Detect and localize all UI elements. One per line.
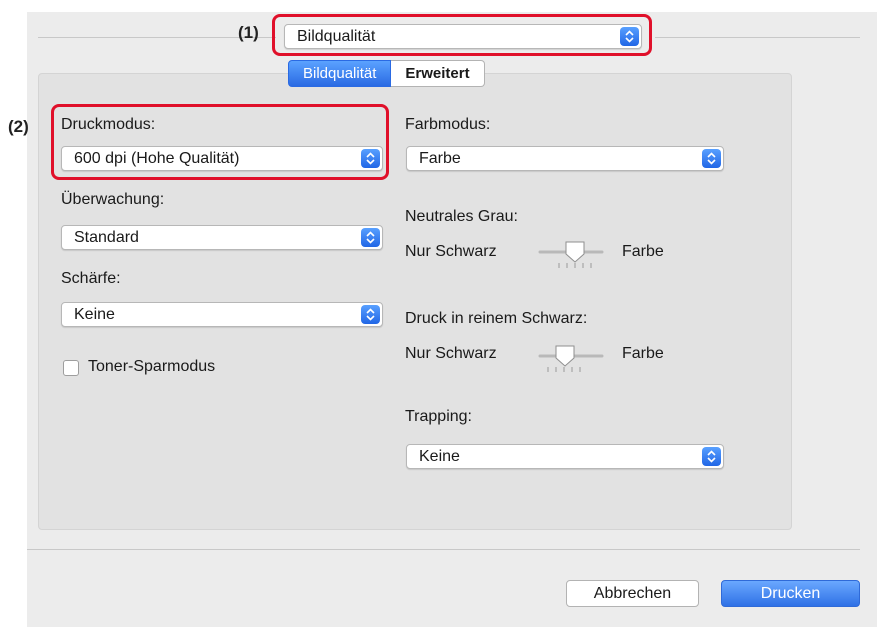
tab-erweitert[interactable]: Erweitert <box>391 60 485 87</box>
ueberwachung-value: Standard <box>74 229 139 246</box>
trapping-label: Trapping: <box>405 408 472 425</box>
up-down-arrows-icon <box>702 149 721 168</box>
druck-reinem-schwarz-slider[interactable] <box>536 340 606 372</box>
cancel-button[interactable]: Abbrechen <box>566 580 699 607</box>
slider-knob[interactable] <box>555 345 575 367</box>
ueberwachung-select[interactable]: Standard <box>61 225 383 250</box>
farbmodus-value: Farbe <box>419 150 461 167</box>
up-down-arrows-icon <box>361 149 380 168</box>
up-down-arrows-icon <box>702 447 721 466</box>
panel-selector[interactable]: Bildqualität <box>284 24 642 49</box>
print-button[interactable]: Drucken <box>721 580 860 607</box>
up-down-arrows-icon <box>620 27 639 46</box>
druck-reinem-schwarz-label: Druck in reinem Schwarz: <box>405 310 588 327</box>
up-down-arrows-icon <box>361 228 380 247</box>
top-separator-right <box>655 37 860 38</box>
trapping-select[interactable]: Keine <box>406 444 724 469</box>
callout-2: (2) <box>8 117 29 136</box>
tab-bildqualitaet[interactable]: Bildqualität <box>288 60 392 87</box>
neutrales-grau-max-label: Farbe <box>622 243 664 260</box>
slider-knob[interactable] <box>565 241 585 263</box>
toner-sparmodus-checkbox[interactable] <box>63 360 79 376</box>
schaerfe-label: Schärfe: <box>61 270 121 287</box>
toner-sparmodus-label: Toner-Sparmodus <box>88 358 216 375</box>
neutrales-grau-slider[interactable] <box>536 236 606 268</box>
schaerfe-value: Keine <box>74 306 115 323</box>
neutrales-grau-label: Neutrales Grau: <box>405 208 518 225</box>
tab-bar: Bildqualität Erweitert <box>288 60 485 87</box>
footer-separator <box>27 549 860 550</box>
trapping-value: Keine <box>419 448 460 465</box>
neutrales-grau-min-label: Nur Schwarz <box>405 243 497 260</box>
druck-reinem-schwarz-max-label: Farbe <box>622 345 664 362</box>
schaerfe-select[interactable]: Keine <box>61 302 383 327</box>
druckmodus-select[interactable]: 600 dpi (Hohe Qualität) <box>61 146 383 171</box>
farbmodus-label: Farbmodus: <box>405 116 491 133</box>
callout-1: (1) <box>238 23 259 42</box>
farbmodus-select[interactable]: Farbe <box>406 146 724 171</box>
druck-reinem-schwarz-min-label: Nur Schwarz <box>405 345 497 362</box>
druckmodus-value: 600 dpi (Hohe Qualität) <box>74 150 240 167</box>
panel-selector-value: Bildqualität <box>297 28 376 45</box>
druckmodus-label: Druckmodus: <box>61 116 156 133</box>
ueberwachung-label: Überwachung: <box>61 191 165 208</box>
up-down-arrows-icon <box>361 305 380 324</box>
